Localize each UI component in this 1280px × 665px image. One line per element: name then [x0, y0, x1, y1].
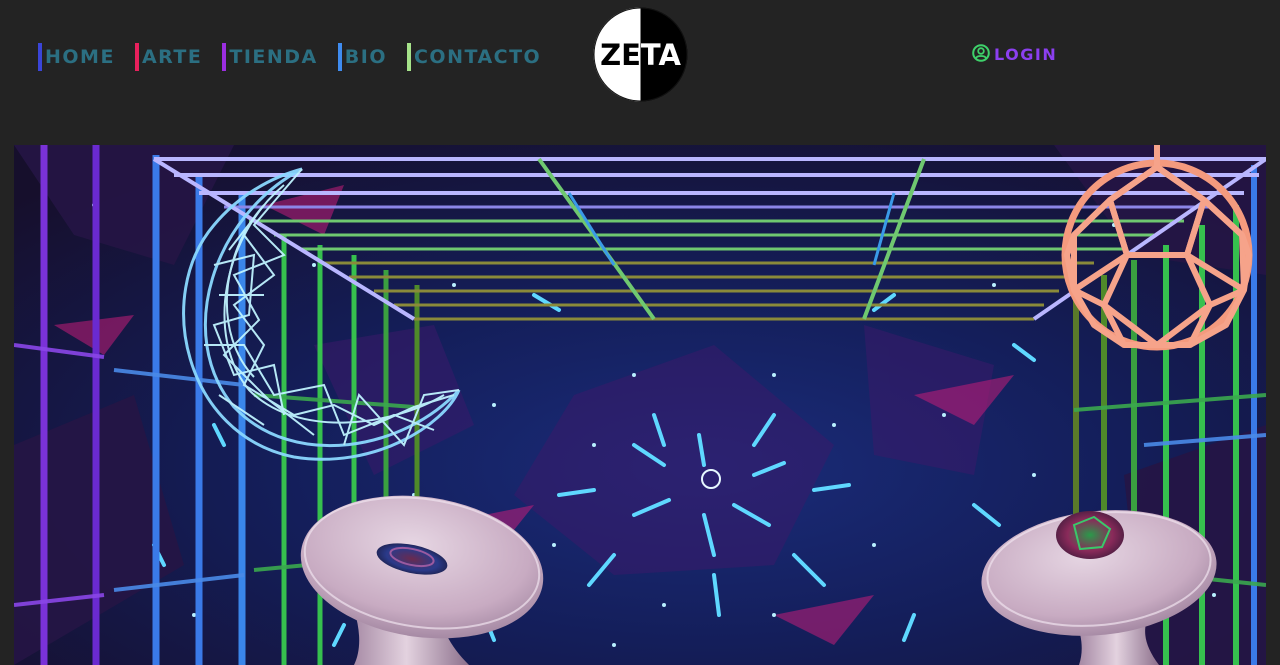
- login-label: LOGIN: [994, 45, 1058, 64]
- nav-item-label: BIO: [344, 46, 387, 68]
- nav-marker: [38, 43, 42, 71]
- nav-item-label: TIENDA: [229, 46, 318, 68]
- hero-artwork: [14, 145, 1266, 665]
- nav-item-contacto[interactable]: CONTACTO: [406, 42, 542, 72]
- nav-marker: [222, 43, 227, 71]
- nav-item-label: CONTACTO: [413, 46, 542, 68]
- user-circle-icon: [972, 44, 990, 66]
- nav-marker: [337, 43, 342, 71]
- nav-marker: [406, 43, 411, 71]
- logo-mark: ZETA ZETA: [593, 7, 688, 102]
- hero-scene: [14, 145, 1266, 665]
- nav-item-arte[interactable]: ARTE: [134, 42, 203, 72]
- site-logo[interactable]: ZETA ZETA: [593, 7, 688, 102]
- login-link[interactable]: LOGIN: [972, 44, 1057, 66]
- nav-item-label: HOME: [45, 46, 115, 68]
- nav-marker: [134, 43, 139, 71]
- nav-item-tienda[interactable]: TIENDA: [222, 42, 317, 72]
- main-nav: HOME ARTE TIENDA BIO CONTACTO: [38, 42, 541, 72]
- nav-item-label: ARTE: [141, 46, 203, 68]
- nav-item-bio[interactable]: BIO: [337, 42, 387, 72]
- nav-item-home[interactable]: HOME: [38, 42, 115, 72]
